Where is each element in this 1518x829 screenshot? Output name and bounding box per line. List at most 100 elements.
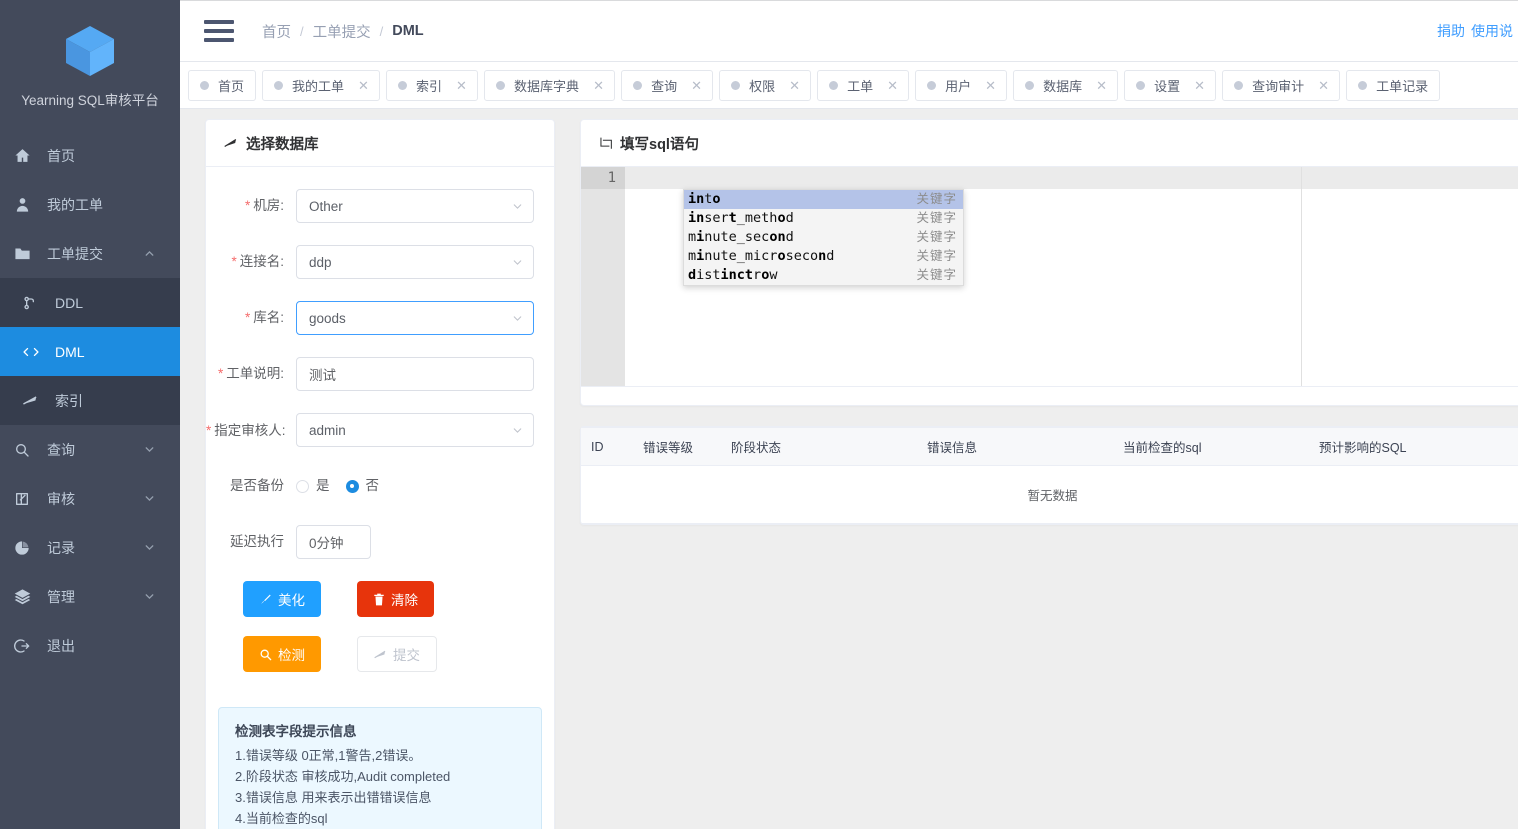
tab-label: 数据库字典 <box>514 78 580 94</box>
tab-close-icon[interactable]: ✕ <box>358 79 369 92</box>
tab-close-icon[interactable]: ✕ <box>1096 79 1107 92</box>
sql-code-editor[interactable]: 1 insert into into 关键字 inse <box>581 167 1518 387</box>
idc-select[interactable]: Other <box>296 189 534 223</box>
tab-my-orders[interactable]: 我的工单 ✕ <box>262 69 381 101</box>
panel-title: 填写sql语句 <box>620 136 699 153</box>
tab-close-icon[interactable]: ✕ <box>456 79 467 92</box>
autocomplete-popup[interactable]: into 关键字 insert_method 关键字 minute_second… <box>683 189 964 286</box>
menu-toggle-icon[interactable] <box>204 20 234 42</box>
tab-close-icon[interactable]: ✕ <box>789 79 800 92</box>
tip-title: 检测表字段提示信息 <box>235 724 357 739</box>
sidebar-item-label: DML <box>55 343 85 360</box>
sidebar-item-my-orders[interactable]: 我的工单 <box>0 180 180 229</box>
field-check-tip-box: 检测表字段提示信息 1.错误等级 0正常,1警告,2错误。 2.阶段状态 审核成… <box>218 707 542 829</box>
tab-db-dictionary[interactable]: 数据库字典 ✕ <box>484 69 616 101</box>
tab-dot-icon <box>1234 80 1244 90</box>
tab-settings[interactable]: 设置 ✕ <box>1124 69 1217 101</box>
submit-label: 提交 <box>393 648 420 663</box>
tab-label: 我的工单 <box>292 78 345 94</box>
tab-database[interactable]: 数据库 ✕ <box>1013 69 1119 101</box>
work-area: 选择数据库 * 机房: Other * 连接名: ddp * 库名: goods… <box>180 109 1518 829</box>
connection-select[interactable]: ddp <box>296 245 534 279</box>
sidebar-item-audit[interactable]: 审核 <box>0 474 180 523</box>
breadcrumb: 首页 / 工单提交 / DML <box>262 21 424 42</box>
tab-permission[interactable]: 权限 ✕ <box>719 69 812 101</box>
sidebar-item-dml[interactable]: DML <box>0 327 180 376</box>
tab-dot-icon <box>200 80 209 90</box>
tab-label: 权限 <box>749 78 776 94</box>
tab-close-icon[interactable]: ✕ <box>887 79 898 92</box>
tip-line: 3.错误信息 用来表示出错错误信息 <box>235 790 432 805</box>
tab-query-audit[interactable]: 查询审计 ✕ <box>1222 69 1341 101</box>
backup-radio-no[interactable]: 否 <box>345 469 380 503</box>
form-row-connection: * 连接名: ddp <box>206 245 554 279</box>
schema-label-text: 库名: <box>253 310 284 325</box>
autocomplete-item[interactable]: insert_method 关键字 <box>684 209 963 228</box>
tab-dot-icon <box>274 80 284 90</box>
tab-close-icon[interactable]: ✕ <box>593 79 604 92</box>
tab-label: 用户 <box>945 78 972 94</box>
sidebar-item-index[interactable]: 索引 <box>0 376 180 425</box>
autocomplete-item[interactable]: minute_microsecond 关键字 <box>684 247 963 266</box>
auditor-label: * 指定审核人: <box>206 413 296 439</box>
connection-value: ddp <box>309 254 332 270</box>
breadcrumb-separator: / <box>379 23 384 39</box>
print-margin-ruler <box>1301 167 1302 386</box>
autocomplete-item[interactable]: distinctrow 关键字 <box>684 266 963 285</box>
user-icon <box>14 196 36 214</box>
auditor-select[interactable]: admin <box>296 413 534 447</box>
backup-radio-yes[interactable]: 是 <box>296 469 330 503</box>
backup-radio-group: 是 否 <box>296 469 534 503</box>
delay-input[interactable]: 0分钟 <box>296 525 371 559</box>
check-button[interactable]: 检测 <box>243 636 321 672</box>
sidebar-item-order-submit[interactable]: 工单提交 <box>0 229 180 278</box>
tab-dot-icon <box>829 80 839 90</box>
beautify-button[interactable]: 美化 <box>243 581 321 617</box>
tab-query[interactable]: 查询 ✕ <box>621 69 714 101</box>
sidebar-item-management[interactable]: 管理 <box>0 572 180 621</box>
hamburger-bar <box>204 38 234 42</box>
autocomplete-item[interactable]: into 关键字 <box>684 190 963 209</box>
sidebar-item-records[interactable]: 记录 <box>0 523 180 572</box>
tab-label: 数据库 <box>1043 78 1083 94</box>
tab-user[interactable]: 用户 ✕ <box>915 69 1008 101</box>
tab-close-icon[interactable]: ✕ <box>1318 79 1329 92</box>
submit-button[interactable]: 提交 <box>357 636 437 672</box>
branch-icon <box>22 294 44 312</box>
sidebar-item-logout[interactable]: 退出 <box>0 621 180 670</box>
brand-title: Yearning SQL审核平台 <box>21 93 159 108</box>
breadcrumb-item-home[interactable]: 首页 <box>262 21 291 42</box>
breadcrumb-item-current: DML <box>392 23 424 39</box>
donate-link[interactable]: 捐助 <box>1437 21 1465 41</box>
tab-home[interactable]: 首页 ✕ <box>188 69 257 101</box>
sql-input-panel: 填写sql语句 1 insert into <box>580 119 1518 406</box>
backup-yes-label: 是 <box>316 478 330 493</box>
description-label: * 工单说明: <box>206 357 296 391</box>
sidebar-item-query[interactable]: 查询 <box>0 425 180 474</box>
breadcrumb-item-order-submit[interactable]: 工单提交 <box>313 21 371 42</box>
description-input[interactable]: 测试 <box>296 357 534 391</box>
tab-close-icon[interactable]: ✕ <box>985 79 996 92</box>
sidebar-item-ddl[interactable]: DDL <box>0 278 180 327</box>
tab-order[interactable]: 工单 ✕ <box>817 69 910 101</box>
autocomplete-item-name: insert_method <box>688 210 794 226</box>
tab-order-records[interactable]: 工单记录 ✕ <box>1346 69 1441 101</box>
tab-close-icon[interactable]: ✕ <box>691 79 702 92</box>
sidebar-item-home[interactable]: 首页 <box>0 131 180 180</box>
docs-link[interactable]: 使用说 <box>1471 21 1513 41</box>
tab-bar: 首页 ✕ 我的工单 ✕ 索引 ✕ 数据库字典 ✕ 查询 ✕ <box>180 62 1518 109</box>
chevron-down-icon <box>511 302 524 334</box>
tab-dot-icon <box>633 80 643 90</box>
autocomplete-item[interactable]: minute_second 关键字 <box>684 228 963 247</box>
delay-value: 0分钟 <box>309 536 344 551</box>
tab-index[interactable]: 索引 ✕ <box>386 69 479 101</box>
clear-button[interactable]: 清除 <box>357 581 434 617</box>
order-form: * 机房: Other * 连接名: ddp * 库名: goods * 工单说… <box>206 167 554 701</box>
chevron-down-icon <box>511 246 524 278</box>
schema-select[interactable]: goods <box>296 301 534 335</box>
panel-header: 填写sql语句 <box>581 120 1518 167</box>
tab-close-icon[interactable]: ✕ <box>1194 79 1205 92</box>
backup-no-label: 否 <box>365 478 380 493</box>
form-row-auditor: * 指定审核人: admin <box>206 413 554 447</box>
connection-label-text: 连接名: <box>239 254 284 269</box>
